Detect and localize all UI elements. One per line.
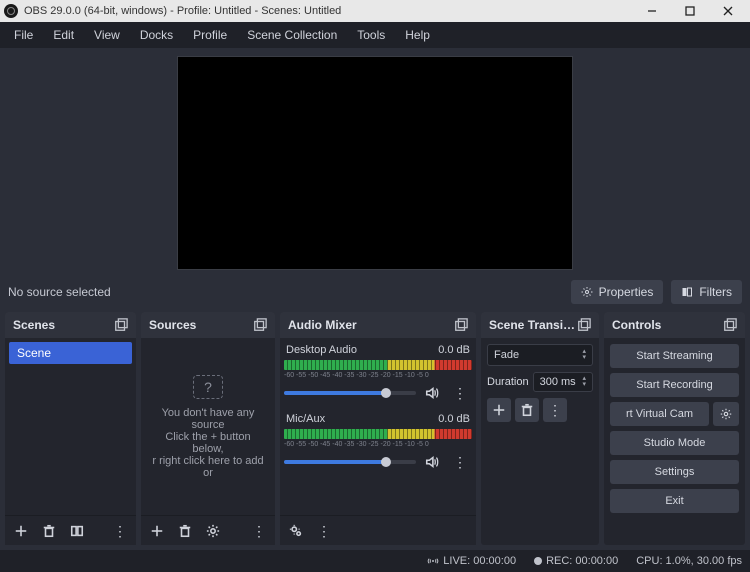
- record-icon: [534, 557, 542, 565]
- transition-select[interactable]: Fade ▴▾: [487, 344, 593, 366]
- close-button[interactable]: [710, 1, 746, 21]
- status-bar: LIVE: 00:00:00 REC: 00:00:00 CPU: 1.0%, …: [0, 550, 750, 572]
- mixer-more-button[interactable]: ⋮: [312, 519, 336, 543]
- mixer-header[interactable]: Audio Mixer: [280, 312, 476, 338]
- db-ticks: -60 -55 -50 -45 -40 -35 -30 -25 -20 -15 …: [284, 372, 472, 379]
- sources-header[interactable]: Sources: [141, 312, 275, 338]
- status-rec: REC: 00:00:00: [534, 555, 618, 567]
- controls-header[interactable]: Controls: [604, 312, 745, 338]
- start-streaming-button[interactable]: Start Streaming: [610, 344, 739, 368]
- channel-more-button[interactable]: ⋮: [448, 450, 472, 474]
- preview-area: [0, 48, 750, 272]
- scene-more-button[interactable]: ⋮: [108, 519, 132, 543]
- status-live: LIVE: 00:00:00: [427, 555, 516, 567]
- popout-icon[interactable]: [454, 318, 468, 332]
- menu-view[interactable]: View: [86, 24, 128, 46]
- channel-name: Mic/Aux: [286, 413, 325, 425]
- select-spin-icon: ▴▾: [582, 349, 586, 361]
- scene-item[interactable]: Scene: [9, 342, 132, 364]
- menu-bar: File Edit View Docks Profile Scene Colle…: [0, 22, 750, 48]
- menu-help[interactable]: Help: [397, 24, 438, 46]
- channel-level: 0.0 dB: [438, 413, 470, 425]
- title-bar: OBS 29.0.0 (64-bit, windows) - Profile: …: [0, 0, 750, 22]
- volume-slider[interactable]: [284, 460, 416, 464]
- spin-icon: ▴▾: [582, 376, 586, 388]
- menu-docks[interactable]: Docks: [132, 24, 181, 46]
- delete-transition-button[interactable]: [515, 398, 539, 422]
- transitions-dock: Scene Transiti… Fade ▴▾ Duration 300 ms …: [481, 312, 599, 545]
- add-scene-button[interactable]: [9, 519, 33, 543]
- delete-scene-button[interactable]: [37, 519, 61, 543]
- channel-name: Desktop Audio: [286, 344, 357, 356]
- popout-icon[interactable]: [577, 318, 591, 332]
- gear-icon: [720, 408, 732, 420]
- add-transition-button[interactable]: [487, 398, 511, 422]
- sources-dock: Sources ? You don't have any source Clic…: [141, 312, 275, 545]
- preview-canvas[interactable]: [177, 56, 573, 270]
- mute-button[interactable]: [420, 450, 444, 474]
- popout-icon[interactable]: [253, 318, 267, 332]
- maximize-button[interactable]: [672, 1, 708, 21]
- transition-more-button[interactable]: ⋮: [543, 398, 567, 422]
- popout-icon[interactable]: [114, 318, 128, 332]
- source-settings-button[interactable]: [201, 519, 225, 543]
- studio-mode-button[interactable]: Studio Mode: [610, 431, 739, 455]
- channel-more-button[interactable]: ⋮: [448, 381, 472, 405]
- settings-button[interactable]: Settings: [610, 460, 739, 484]
- virtual-cam-settings-button[interactable]: [713, 402, 739, 426]
- status-cpu: CPU: 1.0%, 30.00 fps: [636, 555, 742, 567]
- context-toolbar: No source selected Properties Filters: [0, 272, 750, 312]
- mixer-channel-mic: Mic/Aux 0.0 dB -60 -55 -50 -45 -40 -35 -…: [284, 411, 472, 474]
- broadcast-icon: [427, 555, 439, 567]
- exit-button[interactable]: Exit: [610, 489, 739, 513]
- start-recording-button[interactable]: Start Recording: [610, 373, 739, 397]
- volume-slider[interactable]: [284, 391, 416, 395]
- window-title: OBS 29.0.0 (64-bit, windows) - Profile: …: [24, 5, 634, 17]
- advanced-audio-button[interactable]: [284, 519, 308, 543]
- question-icon: ?: [193, 375, 223, 399]
- delete-source-button[interactable]: [173, 519, 197, 543]
- minimize-button[interactable]: [634, 1, 670, 21]
- add-source-button[interactable]: [145, 519, 169, 543]
- level-meter: [284, 360, 472, 370]
- scene-filters-button[interactable]: [65, 519, 89, 543]
- level-meter: [284, 429, 472, 439]
- channel-level: 0.0 dB: [438, 344, 470, 356]
- filters-icon: [681, 286, 693, 298]
- window-buttons: [634, 1, 746, 21]
- menu-tools[interactable]: Tools: [349, 24, 393, 46]
- menu-edit[interactable]: Edit: [45, 24, 82, 46]
- filters-button[interactable]: Filters: [671, 280, 742, 304]
- db-ticks: -60 -55 -50 -45 -40 -35 -30 -25 -20 -15 …: [284, 441, 472, 448]
- duration-label: Duration: [487, 376, 529, 388]
- audio-mixer-dock: Audio Mixer Desktop Audio 0.0 dB -60 -55…: [280, 312, 476, 545]
- mixer-channel-desktop: Desktop Audio 0.0 dB -60 -55 -50 -45 -40…: [284, 342, 472, 405]
- scenes-header[interactable]: Scenes: [5, 312, 136, 338]
- mute-button[interactable]: [420, 381, 444, 405]
- properties-button[interactable]: Properties: [571, 280, 664, 304]
- controls-dock: Controls Start Streaming Start Recording…: [604, 312, 745, 545]
- duration-input[interactable]: 300 ms ▴▾: [533, 372, 593, 392]
- scenes-dock: Scenes Scene ⋮: [5, 312, 136, 545]
- transitions-header[interactable]: Scene Transiti…: [481, 312, 599, 338]
- menu-scene-collection[interactable]: Scene Collection: [239, 24, 345, 46]
- app-icon: [4, 4, 18, 18]
- source-more-button[interactable]: ⋮: [247, 519, 271, 543]
- sources-empty[interactable]: ? You don't have any source Click the + …: [145, 342, 271, 511]
- gear-icon: [581, 286, 593, 298]
- popout-icon[interactable]: [723, 318, 737, 332]
- docks-row: Scenes Scene ⋮ Sources ? You don't have …: [0, 312, 750, 550]
- virtual-cam-button[interactable]: rt Virtual Cam: [610, 402, 709, 426]
- menu-file[interactable]: File: [6, 24, 41, 46]
- no-source-label: No source selected: [8, 285, 174, 299]
- menu-profile[interactable]: Profile: [185, 24, 235, 46]
